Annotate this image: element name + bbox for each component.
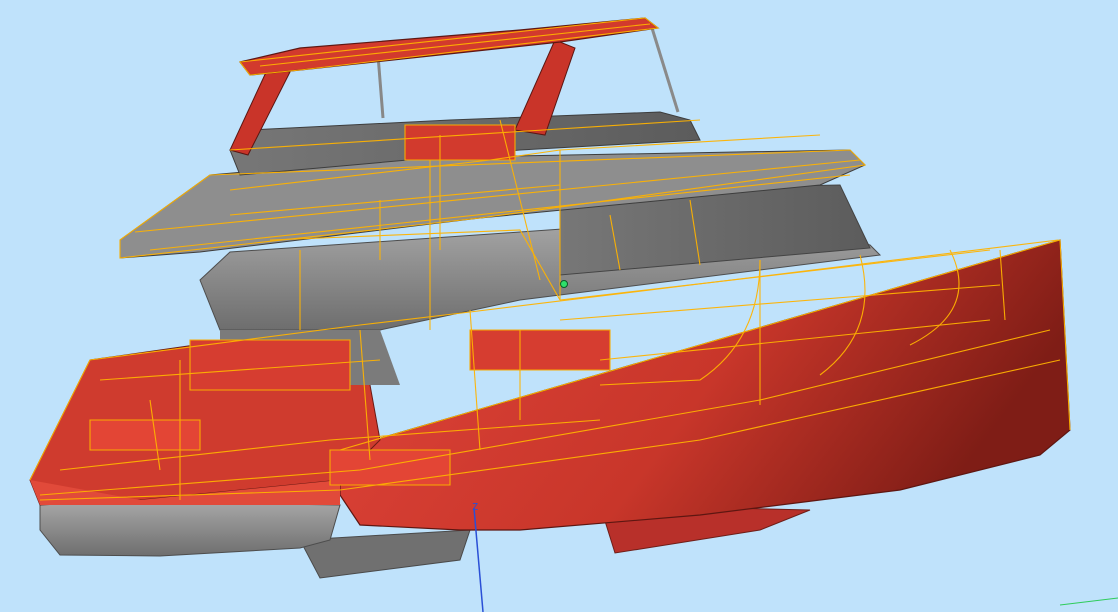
- port-hull-underside[interactable]: [39, 499, 341, 557]
- axis-label: Z: [472, 502, 479, 513]
- model-scene[interactable]: [0, 0, 1118, 612]
- pivot-marker[interactable]: [560, 280, 568, 288]
- ground-grid-line: [1059, 597, 1118, 606]
- 3d-viewport[interactable]: Z: [0, 0, 1118, 612]
